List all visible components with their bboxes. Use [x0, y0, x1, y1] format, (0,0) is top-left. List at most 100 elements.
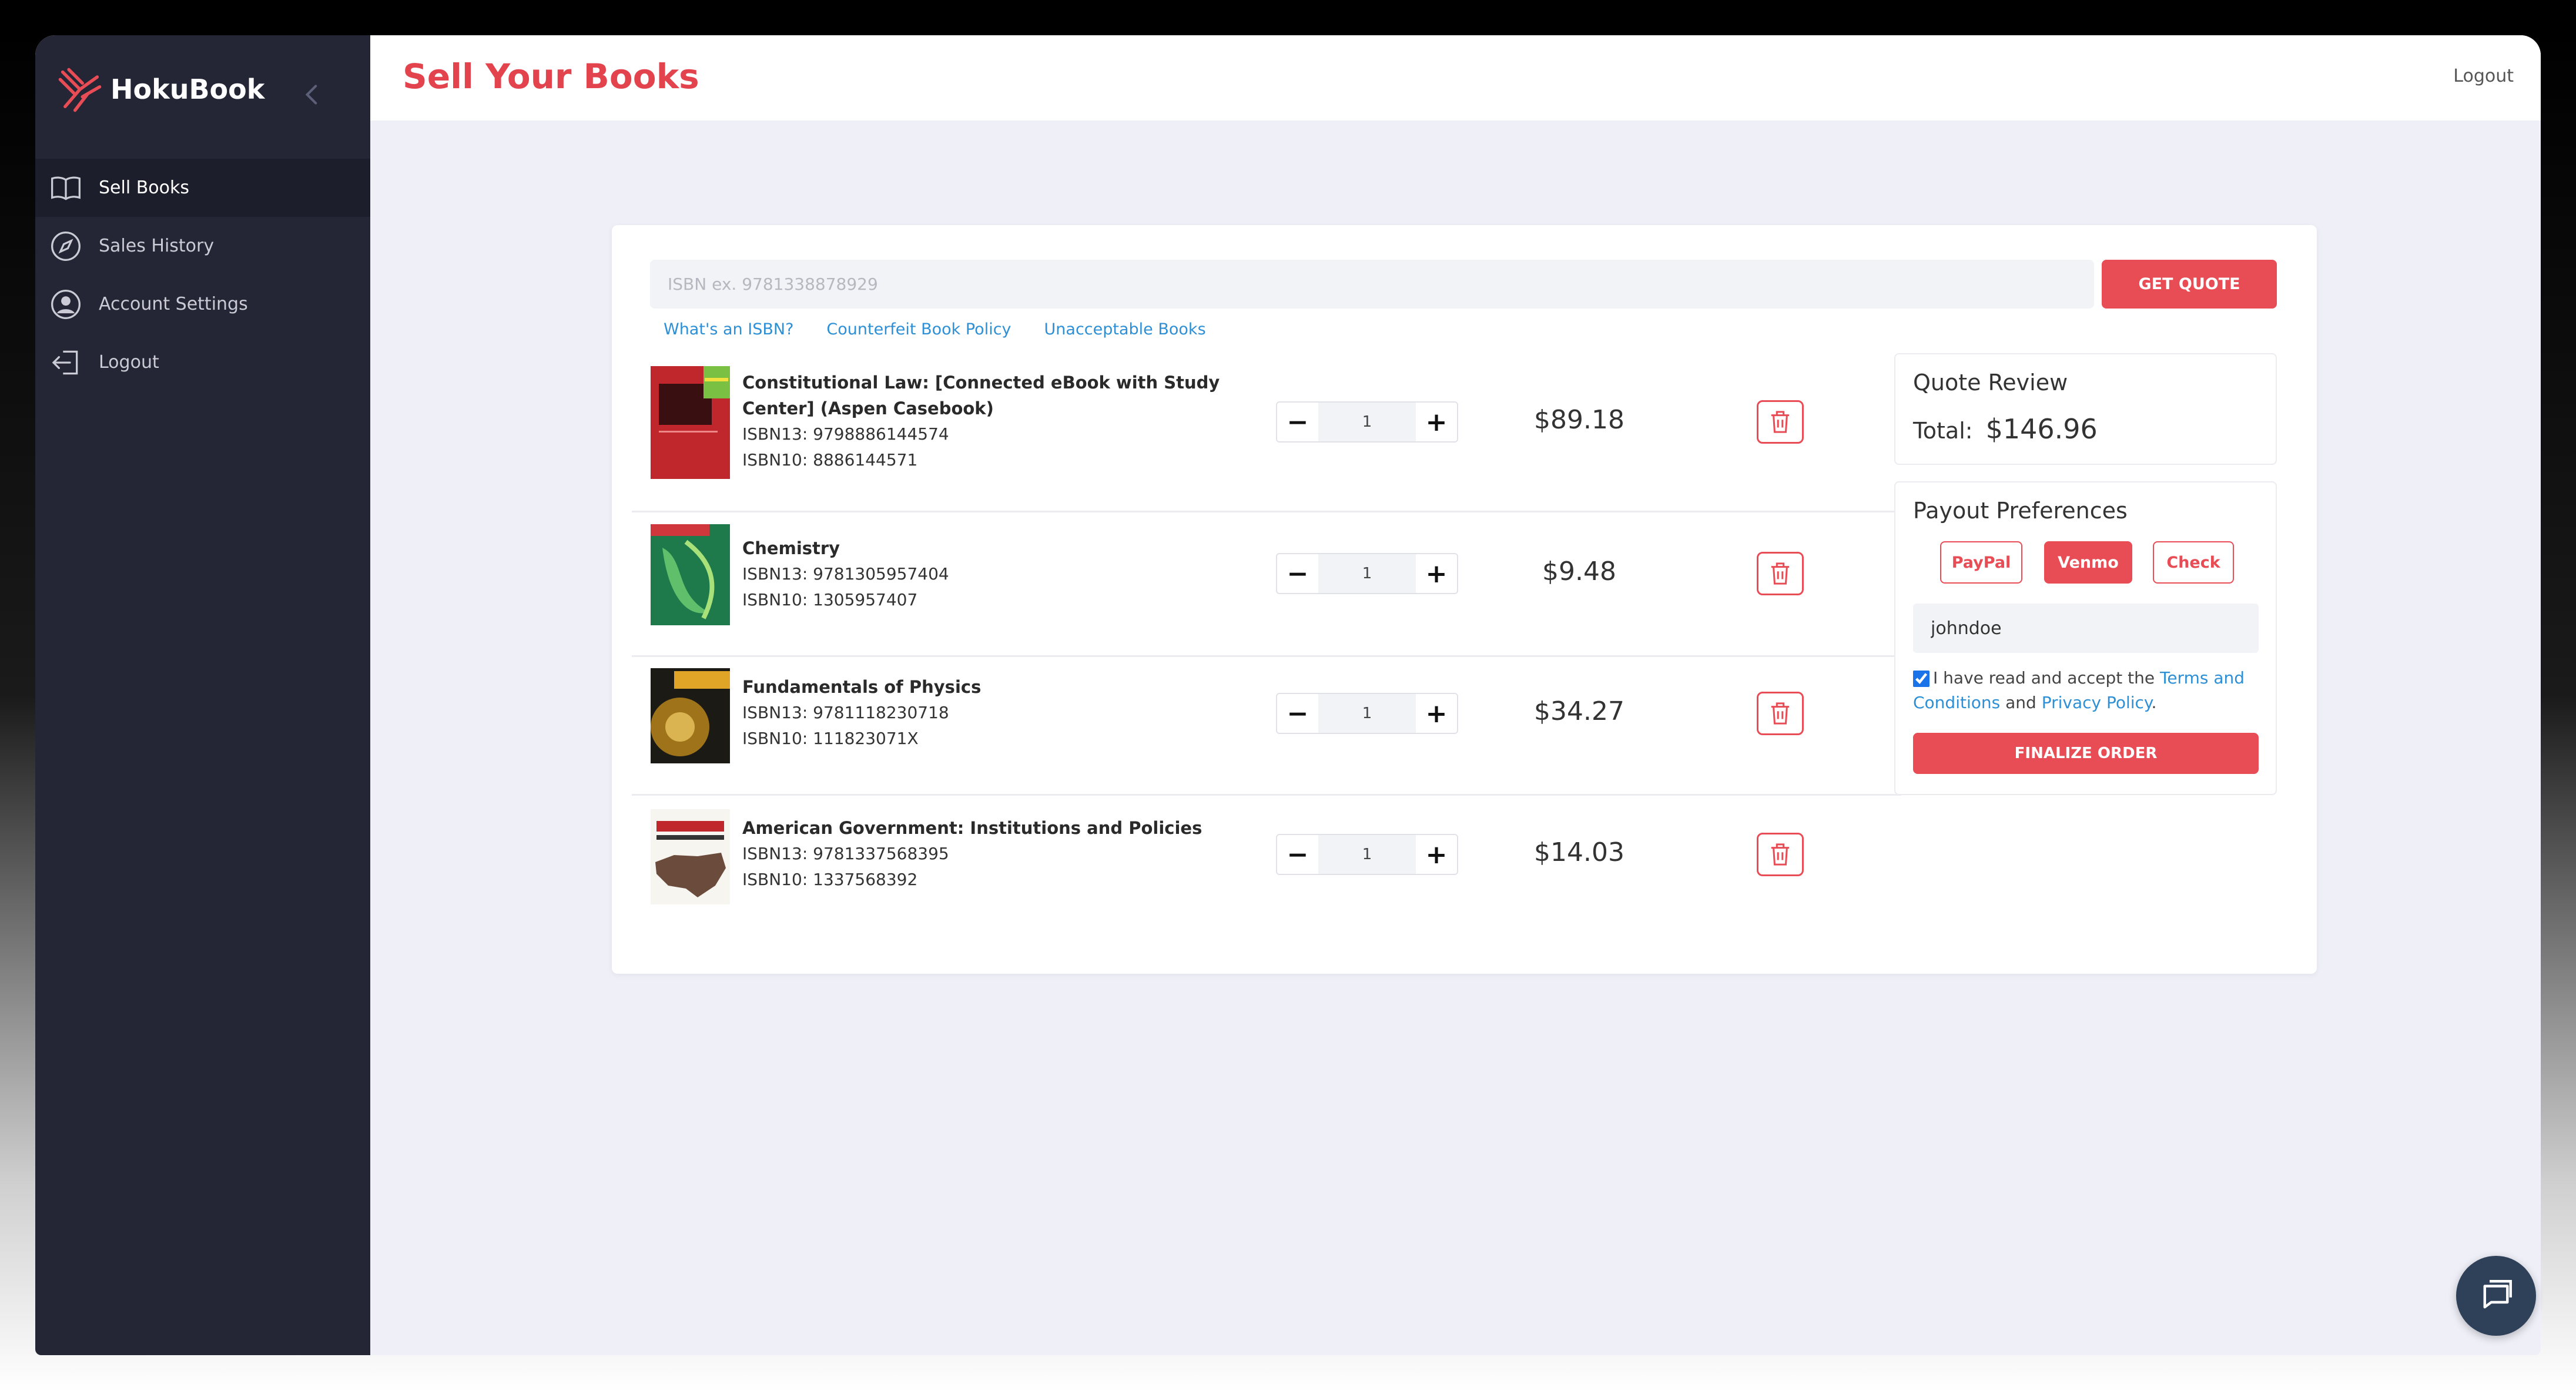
quantity-value[interactable]: 1 — [1318, 554, 1416, 593]
terms-acceptance: I have read and accept the Terms and Con… — [1913, 666, 2259, 715]
trash-icon — [1771, 411, 1790, 433]
trash-icon — [1771, 843, 1790, 866]
book-cover-image — [651, 809, 730, 904]
unacceptable-books-link[interactable]: Unacceptable Books — [1044, 320, 1206, 338]
quantity-value[interactable]: 1 — [1318, 835, 1416, 874]
logout-icon — [49, 346, 82, 379]
book-title: American Government: Institutions and Po… — [742, 818, 1202, 838]
decrease-quantity-button[interactable]: − — [1277, 554, 1318, 593]
decrease-quantity-button[interactable]: − — [1277, 835, 1318, 874]
isbn-search-input[interactable] — [650, 260, 2094, 309]
terms-end-text: . — [2151, 693, 2157, 712]
payout-title: Payout Preferences — [1913, 498, 2128, 524]
book-cover-image — [651, 366, 730, 479]
isbn13-text: ISBN13: 9781305957404 — [742, 564, 949, 584]
quote-review-panel: Quote Review Total: $146.96 — [1894, 353, 2277, 465]
compass-icon — [49, 230, 82, 263]
decrease-quantity-button[interactable]: − — [1277, 694, 1318, 733]
app-window: HokuBook Sell Books Sales History Accoun… — [35, 35, 2541, 1355]
chat-icon — [2483, 1280, 2512, 1309]
sidebar-item-label: Sales History — [99, 236, 215, 256]
counterfeit-policy-link[interactable]: Counterfeit Book Policy — [826, 320, 1011, 338]
help-links: What's an ISBN? Counterfeit Book Policy … — [664, 320, 1239, 338]
venmo-option-button[interactable]: Venmo — [2044, 541, 2132, 584]
book-title: Fundamentals of Physics — [742, 677, 982, 697]
isbn10-text: ISBN10: 8886144571 — [742, 450, 918, 470]
header-logout-link[interactable]: Logout — [2453, 66, 2514, 86]
collapse-sidebar-icon[interactable] — [297, 80, 327, 109]
quantity-value[interactable]: 1 — [1318, 694, 1416, 733]
brand[interactable]: HokuBook — [55, 60, 264, 119]
book-info: American Government: Institutions and Po… — [742, 815, 1202, 893]
book-info: Chemistry ISBN13: 9781305957404 ISBN10: … — [742, 535, 949, 613]
total-row: Total: $146.96 — [1913, 413, 2098, 445]
isbn10-text: ISBN10: 1305957407 — [742, 590, 918, 609]
whats-an-isbn-link[interactable]: What's an ISBN? — [664, 320, 793, 338]
remove-book-button[interactable] — [1757, 833, 1804, 876]
book-row: Chemistry ISBN13: 9781305957404 ISBN10: … — [632, 511, 1901, 657]
hokubook-logo-icon — [58, 68, 102, 112]
quantity-stepper: − 1 + — [1276, 553, 1458, 594]
book-title: Chemistry — [742, 538, 840, 558]
sidebar-nav: Sell Books Sales History Account Setting… — [35, 159, 370, 391]
book-price: $14.03 — [1534, 837, 1624, 867]
book-info: Constitutional Law: [Connected eBook wit… — [742, 370, 1220, 473]
terms-text: I have read and accept the — [1933, 668, 2160, 688]
isbn13-text: ISBN13: 9798886144574 — [742, 424, 949, 444]
quote-review-title: Quote Review — [1913, 370, 2068, 395]
sidebar-item-label: Logout — [99, 352, 159, 373]
sidebar-item-label: Sell Books — [99, 177, 189, 198]
sell-books-card: GET QUOTE What's an ISBN? Counterfeit Bo… — [612, 225, 2317, 974]
book-row: Fundamentals of Physics ISBN13: 97811182… — [632, 655, 1901, 796]
paypal-option-button[interactable]: PayPal — [1940, 541, 2022, 584]
sidebar-item-label: Account Settings — [99, 294, 248, 314]
quantity-stepper: − 1 + — [1276, 693, 1458, 734]
remove-book-button[interactable] — [1757, 552, 1804, 595]
increase-quantity-button[interactable]: + — [1416, 835, 1457, 874]
brand-name: HokuBook — [110, 73, 265, 105]
sidebar-item-sell-books[interactable]: Sell Books — [35, 159, 370, 217]
trash-icon — [1771, 562, 1790, 585]
book-title: Constitutional Law: [Connected eBook wit… — [742, 373, 1220, 418]
book-row: Constitutional Law: [Connected eBook wit… — [632, 353, 1901, 512]
user-circle-icon — [49, 288, 82, 321]
isbn10-text: ISBN10: 1337568392 — [742, 870, 918, 889]
get-quote-button[interactable]: GET QUOTE — [2102, 260, 2277, 309]
total-value: $146.96 — [1985, 413, 2098, 445]
remove-book-button[interactable] — [1757, 692, 1804, 735]
decrease-quantity-button[interactable]: − — [1277, 403, 1318, 441]
total-label: Total: — [1913, 418, 1973, 444]
book-price: $89.18 — [1534, 405, 1624, 435]
privacy-policy-link[interactable]: Privacy Policy — [2042, 693, 2152, 712]
terms-and-text: and — [2000, 693, 2042, 712]
trash-icon — [1771, 702, 1790, 725]
quantity-value[interactable]: 1 — [1318, 403, 1416, 441]
venmo-username-input[interactable] — [1913, 604, 2259, 653]
check-option-button[interactable]: Check — [2153, 541, 2234, 584]
increase-quantity-button[interactable]: + — [1416, 403, 1457, 441]
quantity-stepper: − 1 + — [1276, 834, 1458, 875]
sidebar-item-logout[interactable]: Logout — [35, 333, 370, 391]
quantity-stepper: − 1 + — [1276, 401, 1458, 443]
top-header: Sell Your Books Logout — [370, 35, 2541, 120]
sidebar-item-account-settings[interactable]: Account Settings — [35, 275, 370, 333]
book-price: $34.27 — [1534, 696, 1624, 726]
remove-book-button[interactable] — [1757, 400, 1804, 444]
sidebar-item-sales-history[interactable]: Sales History — [35, 217, 370, 275]
sidebar: HokuBook Sell Books Sales History Accoun… — [35, 35, 370, 1355]
isbn10-text: ISBN10: 111823071X — [742, 729, 919, 748]
isbn13-text: ISBN13: 9781118230718 — [742, 703, 949, 722]
book-cover-image — [651, 524, 730, 625]
increase-quantity-button[interactable]: + — [1416, 694, 1457, 733]
book-icon — [49, 172, 82, 205]
chat-support-button[interactable] — [2456, 1256, 2536, 1336]
finalize-order-button[interactable]: FINALIZE ORDER — [1913, 733, 2259, 774]
book-cover-image — [651, 668, 730, 763]
book-price: $9.48 — [1542, 557, 1616, 586]
page-title: Sell Your Books — [403, 56, 699, 96]
payout-preferences-panel: Payout Preferences PayPal Venmo Check I … — [1894, 481, 2277, 795]
accept-terms-checkbox[interactable] — [1913, 671, 1930, 687]
increase-quantity-button[interactable]: + — [1416, 554, 1457, 593]
book-row: American Government: Institutions and Po… — [632, 794, 1901, 933]
book-info: Fundamentals of Physics ISBN13: 97811182… — [742, 674, 981, 752]
